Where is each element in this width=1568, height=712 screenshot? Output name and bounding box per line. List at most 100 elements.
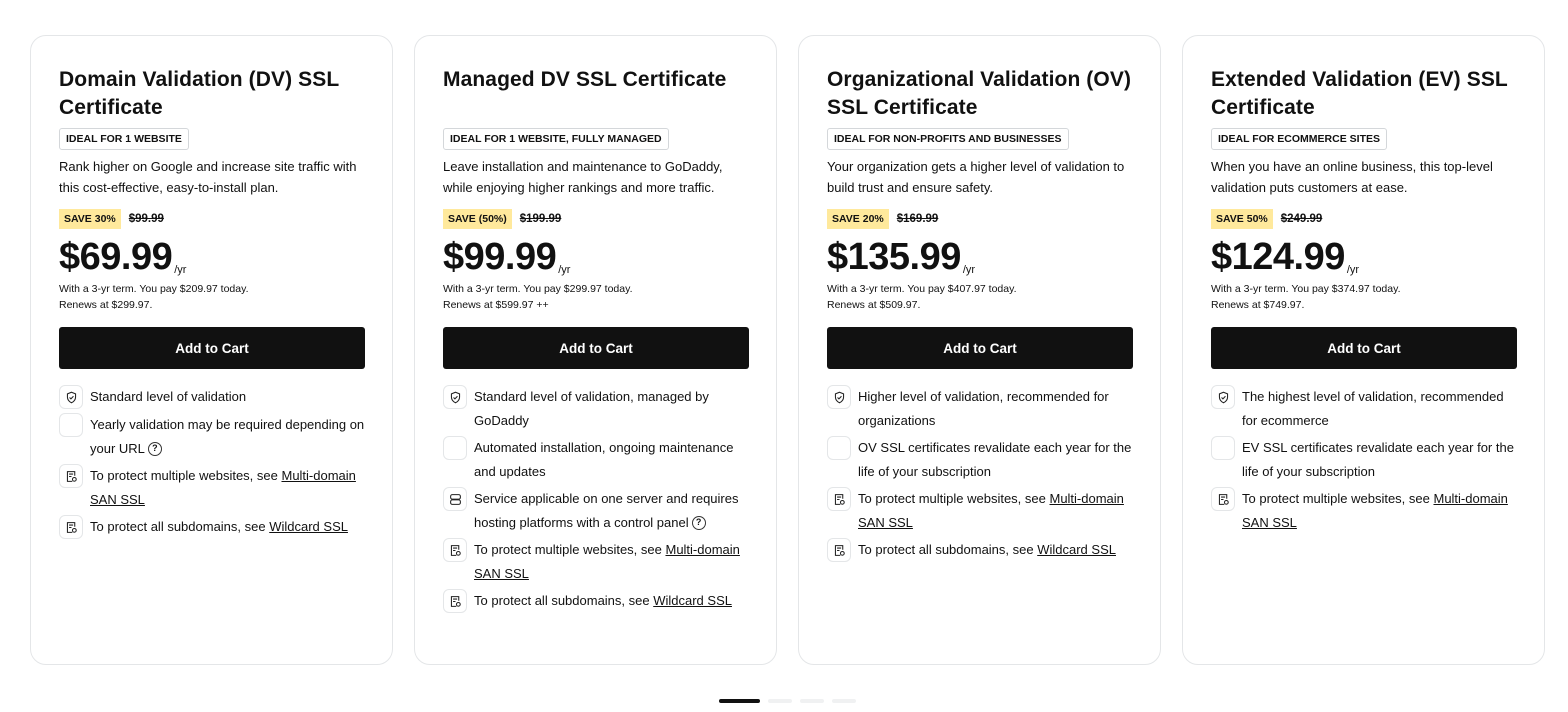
- plan-description: When you have an online business, this t…: [1211, 159, 1493, 195]
- renew-line: Renews at $299.97.: [59, 299, 153, 311]
- discount-row: SAVE 50% $249.99: [1211, 209, 1516, 229]
- feature-item: To protect multiple websites, see Multi-…: [1211, 487, 1521, 534]
- plan-title: Domain Validation (DV) SSL Certificate: [59, 68, 339, 119]
- plan-card: Managed DV SSL Certificate IDEAL FOR 1 W…: [414, 35, 777, 665]
- carousel-pager: [719, 699, 856, 703]
- price: $135.99: [827, 236, 961, 278]
- certificate-icon: [443, 589, 467, 613]
- shield-check-icon: [1211, 385, 1235, 409]
- plan-title: Managed DV SSL Certificate: [443, 68, 727, 91]
- certificate-icon: [443, 538, 467, 562]
- save-badge: SAVE 50%: [1211, 209, 1273, 229]
- plan-card: Organizational Validation (OV) SSL Certi…: [798, 35, 1161, 665]
- pager-dot[interactable]: [768, 699, 792, 703]
- feature-text: To protect multiple websites, see Multi-…: [474, 542, 740, 581]
- pager-dot[interactable]: [719, 699, 760, 703]
- feature-item: Service applicable on one server and req…: [443, 487, 753, 534]
- feature-text: Higher level of validation, recommended …: [858, 389, 1109, 428]
- original-price: $169.99: [896, 213, 939, 225]
- original-price: $199.99: [519, 213, 562, 225]
- save-badge: SAVE 30%: [59, 209, 121, 229]
- term-line: With a 3-yr term. You pay $299.97 today.: [443, 283, 633, 295]
- shield-check-icon: [59, 385, 83, 409]
- feature-text: Automated installation, ongoing maintena…: [474, 440, 734, 479]
- plan-tag: IDEAL FOR 1 WEBSITE: [59, 128, 189, 150]
- feature-list: The highest level of validation, recomme…: [1211, 385, 1521, 534]
- price-row: $135.99 /yr: [827, 237, 1132, 277]
- renew-line: Renews at $749.97.: [1211, 299, 1305, 311]
- discount-row: SAVE 30% $99.99: [59, 209, 364, 229]
- feature-list: Higher level of validation, recommended …: [827, 385, 1137, 562]
- add-to-cart-button[interactable]: Add to Cart: [443, 327, 749, 369]
- pager-dot[interactable]: [832, 699, 856, 703]
- plan-tag: IDEAL FOR 1 WEBSITE, FULLY MANAGED: [443, 128, 669, 150]
- blank-icon: [1211, 436, 1235, 460]
- add-to-cart-button[interactable]: Add to Cart: [827, 327, 1133, 369]
- feature-text: To protect all subdomains, see Wildcard …: [474, 593, 732, 608]
- blank-icon: [443, 436, 467, 460]
- feature-text: Standard level of validation, managed by…: [474, 389, 709, 428]
- feature-item: To protect all subdomains, see Wildcard …: [443, 589, 753, 613]
- shield-check-icon: [443, 385, 467, 409]
- shield-check-icon: [827, 385, 851, 409]
- renew-line: Renews at $509.97.: [827, 299, 921, 311]
- discount-row: SAVE (50%) $199.99: [443, 209, 748, 229]
- plan-card: Domain Validation (DV) SSL Certificate I…: [30, 35, 393, 665]
- plan-description: Leave installation and maintenance to Go…: [443, 159, 723, 195]
- certificate-icon: [59, 464, 83, 488]
- feature-text: OV SSL certificates revalidate each year…: [858, 440, 1132, 479]
- help-icon[interactable]: ?: [147, 442, 162, 457]
- term-info: With a 3-yr term. You pay $374.97 today.…: [1211, 281, 1516, 313]
- certificate-icon: [827, 487, 851, 511]
- plan-card: Extended Validation (EV) SSL Certificate…: [1182, 35, 1545, 665]
- discount-row: SAVE 20% $169.99: [827, 209, 1132, 229]
- term-line: With a 3-yr term. You pay $407.97 today.: [827, 283, 1017, 295]
- certificate-icon: [827, 538, 851, 562]
- feature-text: To protect multiple websites, see Multi-…: [858, 491, 1124, 530]
- feature-list: Standard level of validation, managed by…: [443, 385, 753, 613]
- blank-icon: [827, 436, 851, 460]
- feature-item: OV SSL certificates revalidate each year…: [827, 436, 1137, 483]
- original-price: $249.99: [1280, 213, 1323, 225]
- price-period: /yr: [1346, 264, 1360, 276]
- term-info: With a 3-yr term. You pay $299.97 today.…: [443, 281, 748, 313]
- plan-tag: IDEAL FOR ECOMMERCE SITES: [1211, 128, 1387, 150]
- feature-link[interactable]: Wildcard SSL: [269, 519, 348, 534]
- plan-title: Organizational Validation (OV) SSL Certi…: [827, 68, 1132, 119]
- feature-text: Yearly validation may be required depend…: [90, 417, 365, 457]
- pager-dot[interactable]: [800, 699, 824, 703]
- feature-item: Yearly validation may be required depend…: [59, 413, 369, 460]
- price-period: /yr: [174, 264, 187, 276]
- feature-item: EV SSL certificates revalidate each year…: [1211, 436, 1521, 483]
- price: $124.99: [1211, 236, 1345, 278]
- feature-item: To protect all subdomains, see Wildcard …: [827, 538, 1137, 562]
- term-info: With a 3-yr term. You pay $407.97 today.…: [827, 281, 1132, 313]
- ssl-plan-cards: Domain Validation (DV) SSL Certificate I…: [30, 35, 1545, 665]
- feature-item: To protect multiple websites, see Multi-…: [443, 538, 753, 585]
- certificate-icon: [1211, 487, 1235, 511]
- feature-text: To protect multiple websites, see Multi-…: [1242, 491, 1508, 530]
- price: $99.99: [443, 236, 557, 278]
- add-to-cart-button[interactable]: Add to Cart: [1211, 327, 1517, 369]
- feature-list: Standard level of validation Yearly vali…: [59, 385, 369, 539]
- plan-description: Your organization gets a higher level of…: [827, 159, 1125, 195]
- server-icon: [443, 487, 467, 511]
- feature-text: Service applicable on one server and req…: [474, 491, 739, 531]
- feature-item: Higher level of validation, recommended …: [827, 385, 1137, 432]
- feature-item: Standard level of validation, managed by…: [443, 385, 753, 432]
- price-period: /yr: [558, 264, 571, 276]
- blank-icon: [59, 413, 83, 437]
- feature-text: EV SSL certificates revalidate each year…: [1242, 440, 1514, 479]
- feature-text: The highest level of validation, recomme…: [1242, 389, 1504, 428]
- feature-item: To protect multiple websites, see Multi-…: [827, 487, 1137, 534]
- feature-link[interactable]: Wildcard SSL: [653, 593, 732, 608]
- save-badge: SAVE 20%: [827, 209, 889, 229]
- help-icon[interactable]: ?: [691, 516, 706, 531]
- plan-tag: IDEAL FOR NON-PROFITS AND BUSINESSES: [827, 128, 1069, 150]
- feature-link[interactable]: Wildcard SSL: [1037, 542, 1116, 557]
- save-badge: SAVE (50%): [443, 209, 512, 229]
- price-row: $99.99 /yr: [443, 237, 748, 277]
- add-to-cart-button[interactable]: Add to Cart: [59, 327, 365, 369]
- feature-item: Standard level of validation: [59, 385, 369, 409]
- price: $69.99: [59, 236, 173, 278]
